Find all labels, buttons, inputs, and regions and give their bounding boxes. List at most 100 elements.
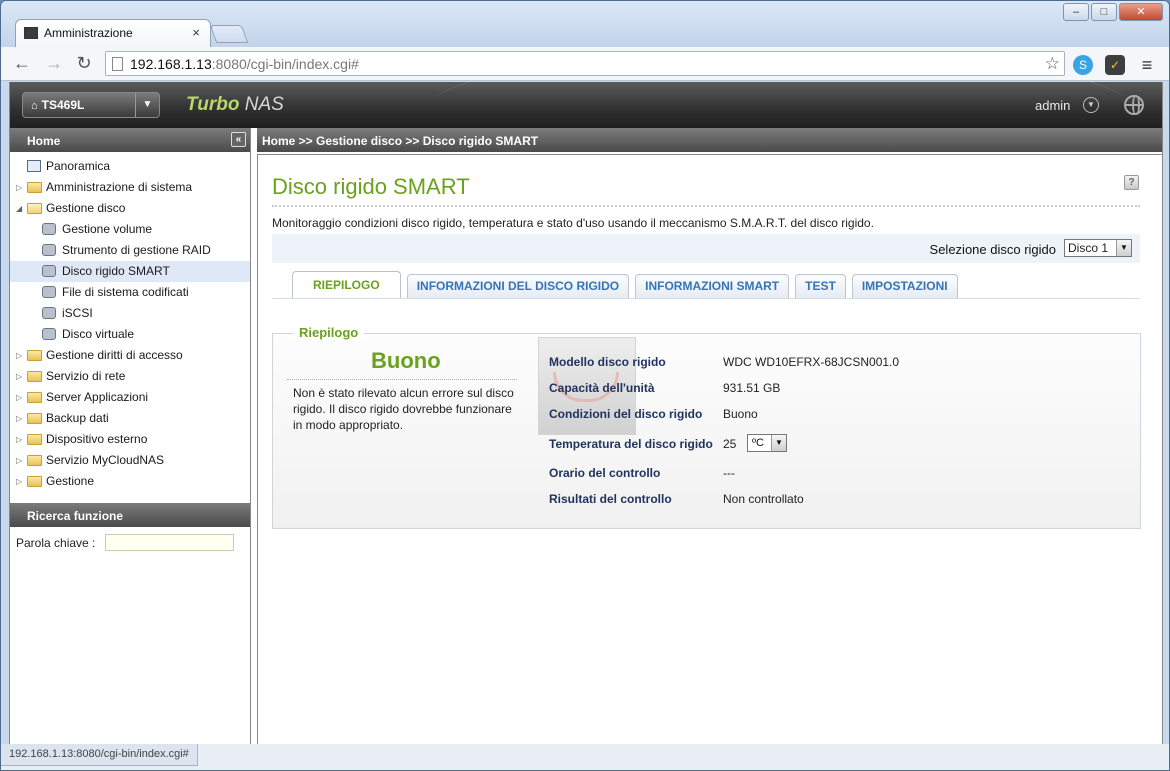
nav-label: Gestione volume <box>62 222 153 236</box>
nav-label: Backup dati <box>46 411 109 425</box>
expand-icon[interactable]: ▷ <box>16 450 22 471</box>
language-globe-icon[interactable] <box>1124 95 1144 115</box>
nav-item-diritti-accesso[interactable]: ▷ Gestione diritti di accesso <box>10 345 250 366</box>
forward-icon[interactable]: → <box>43 53 65 75</box>
disk-selection-bar: Selezione disco rigido Disco 1 ▼ <box>272 234 1140 263</box>
collapse-icon[interactable]: « <box>231 132 246 147</box>
nav-item-panoramica[interactable]: Panoramica <box>10 156 250 177</box>
nav-label: Gestione diritti di accesso <box>46 348 183 362</box>
info-value: --- <box>723 466 735 480</box>
expand-icon[interactable]: ▷ <box>16 366 22 387</box>
expand-icon[interactable]: ▷ <box>16 387 22 408</box>
temperature-unit-select[interactable]: ºC ▼ <box>747 434 787 452</box>
maximize-button[interactable]: □ <box>1091 3 1117 21</box>
health-description: Non è stato rilevato alcun errore sul di… <box>293 386 514 432</box>
user-menu-icon[interactable]: ▼ <box>1083 97 1099 113</box>
tab-informazioni-disco[interactable]: INFORMAZIONI DEL DISCO RIGIDO <box>406 274 630 299</box>
nav-label: File di sistema codificati <box>62 285 189 299</box>
tab-impostazioni[interactable]: IMPOSTAZIONI <box>851 274 958 299</box>
nav-item-servizio-rete[interactable]: ▷ Servizio di rete <box>10 366 250 387</box>
nav-label: Strumento di gestione RAID <box>62 243 211 257</box>
browser-window: Amministrazione × – □ ✕ ← → ↻ 192.168.1.… <box>0 0 1170 771</box>
tab-riepilogo[interactable]: RIEPILOGO <box>292 271 401 299</box>
nav-label: iSCSI <box>62 306 93 320</box>
browser-status-bar: 192.168.1.13:8080/cgi-bin/index.cgi# <box>1 744 1169 770</box>
raid-icon <box>42 244 56 256</box>
url-host: 192.168.1.13 <box>130 56 212 72</box>
app-header: ⌂ TS469L ▼ Turbo NAS admin ▼ <box>10 82 1162 128</box>
bookmark-star-icon[interactable]: ☆ <box>1045 54 1060 74</box>
tab-informazioni-smart[interactable]: INFORMAZIONI SMART <box>635 274 790 299</box>
checker-extension-icon[interactable]: ✓ <box>1105 55 1125 75</box>
folder-icon <box>27 350 42 361</box>
status-divider <box>287 379 517 380</box>
encrypted-fs-icon <box>42 286 56 298</box>
skype-extension-icon[interactable]: S <box>1073 55 1093 75</box>
nav-item-amministrazione-sistema[interactable]: ▷ Amministrazione di sistema <box>10 177 250 198</box>
nav-item-file-sistema-codificati[interactable]: File di sistema codificati <box>10 282 250 303</box>
chevron-down-icon[interactable]: ▼ <box>771 435 786 451</box>
chevron-down-icon[interactable]: ▼ <box>1116 240 1131 256</box>
nav-item-disco-virtuale[interactable]: Disco virtuale <box>10 324 250 345</box>
browser-tab[interactable]: Amministrazione × <box>15 19 211 47</box>
page-title: Disco rigido SMART <box>272 174 470 199</box>
minimize-button[interactable]: – <box>1063 3 1089 21</box>
summary-fieldset: Riepilogo Buono Non è stato rilevato alc… <box>272 325 1141 529</box>
disk-select-label: Selezione disco rigido <box>929 242 1056 257</box>
info-label: Orario del controllo <box>549 466 661 480</box>
folder-icon <box>27 182 42 193</box>
info-label: Condizioni del disco rigido <box>549 407 703 421</box>
tab-close-icon[interactable]: × <box>192 25 200 40</box>
volume-icon <box>42 223 56 235</box>
browser-menu-icon[interactable]: ≡ <box>1137 55 1157 75</box>
nav-item-mycloudnas[interactable]: ▷ Servizio MyCloudNAS <box>10 450 250 471</box>
nav-tree: Panoramica ▷ Amministrazione di sistema ◢… <box>10 152 250 492</box>
sidebar-title: Home <box>27 134 61 148</box>
model-name: TS469L <box>41 98 85 112</box>
virtual-disk-icon <box>42 328 56 340</box>
expand-icon[interactable]: ▷ <box>16 429 22 450</box>
nav-item-smart[interactable]: Disco rigido SMART <box>10 261 250 282</box>
nav-item-server-applicazioni[interactable]: ▷ Server Applicazioni <box>10 387 250 408</box>
expand-icon[interactable]: ▷ <box>16 177 22 198</box>
nav-label: Disco virtuale <box>62 327 135 341</box>
search-input[interactable] <box>105 534 234 551</box>
nav-item-raid[interactable]: Strumento di gestione RAID <box>10 240 250 261</box>
back-icon[interactable]: ← <box>11 53 33 75</box>
disk-select[interactable]: Disco 1 ▼ <box>1064 239 1132 257</box>
window-controls: – □ ✕ <box>1063 3 1163 21</box>
nav-item-iscsi[interactable]: iSCSI <box>10 303 250 324</box>
nav-item-backup-dati[interactable]: ▷ Backup dati <box>10 408 250 429</box>
info-value: WDC WD10EFRX-68JCSN001.0 <box>723 355 900 369</box>
model-selector[interactable]: ⌂ TS469L ▼ <box>22 92 160 118</box>
brand-logo: Turbo NAS <box>186 94 284 116</box>
folder-icon <box>27 434 42 445</box>
url-path: :8080/cgi-bin/index.cgi# <box>211 56 359 72</box>
nav-item-gestione-volume[interactable]: Gestione volume <box>10 219 250 240</box>
folder-open-icon <box>27 203 42 214</box>
help-icon[interactable]: ? <box>1124 175 1139 190</box>
iscsi-icon <box>42 307 56 319</box>
search-label: Parola chiave : <box>16 536 96 550</box>
expand-icon[interactable]: ▷ <box>16 408 22 429</box>
health-status: Buono <box>371 348 441 373</box>
collapse-tree-icon[interactable]: ◢ <box>16 198 22 219</box>
search-panel-title: Ricerca funzione <box>27 509 124 523</box>
tab-test[interactable]: TEST <box>795 274 846 299</box>
expand-icon[interactable]: ▷ <box>16 345 22 366</box>
nav-item-gestione-disco[interactable]: ◢ Gestione disco <box>10 198 250 219</box>
close-window-button[interactable]: ✕ <box>1119 3 1163 21</box>
reload-icon[interactable]: ↻ <box>73 53 95 75</box>
overview-icon <box>27 160 41 172</box>
nav-item-dispositivo-esterno[interactable]: ▷ Dispositivo esterno <box>10 429 250 450</box>
folder-icon <box>27 476 42 487</box>
new-tab-button[interactable] <box>209 25 249 43</box>
folder-icon <box>27 392 42 403</box>
chevron-down-icon[interactable]: ▼ <box>135 93 159 117</box>
folder-icon <box>27 371 42 382</box>
user-name[interactable]: admin <box>1035 98 1070 113</box>
nav-item-gestione[interactable]: ▷ Gestione <box>10 471 250 492</box>
address-bar[interactable]: 192.168.1.13:8080/cgi-bin/index.cgi# ☆ <box>105 51 1065 76</box>
expand-icon[interactable]: ▷ <box>16 471 22 492</box>
search-panel-header: Ricerca funzione <box>10 503 250 527</box>
